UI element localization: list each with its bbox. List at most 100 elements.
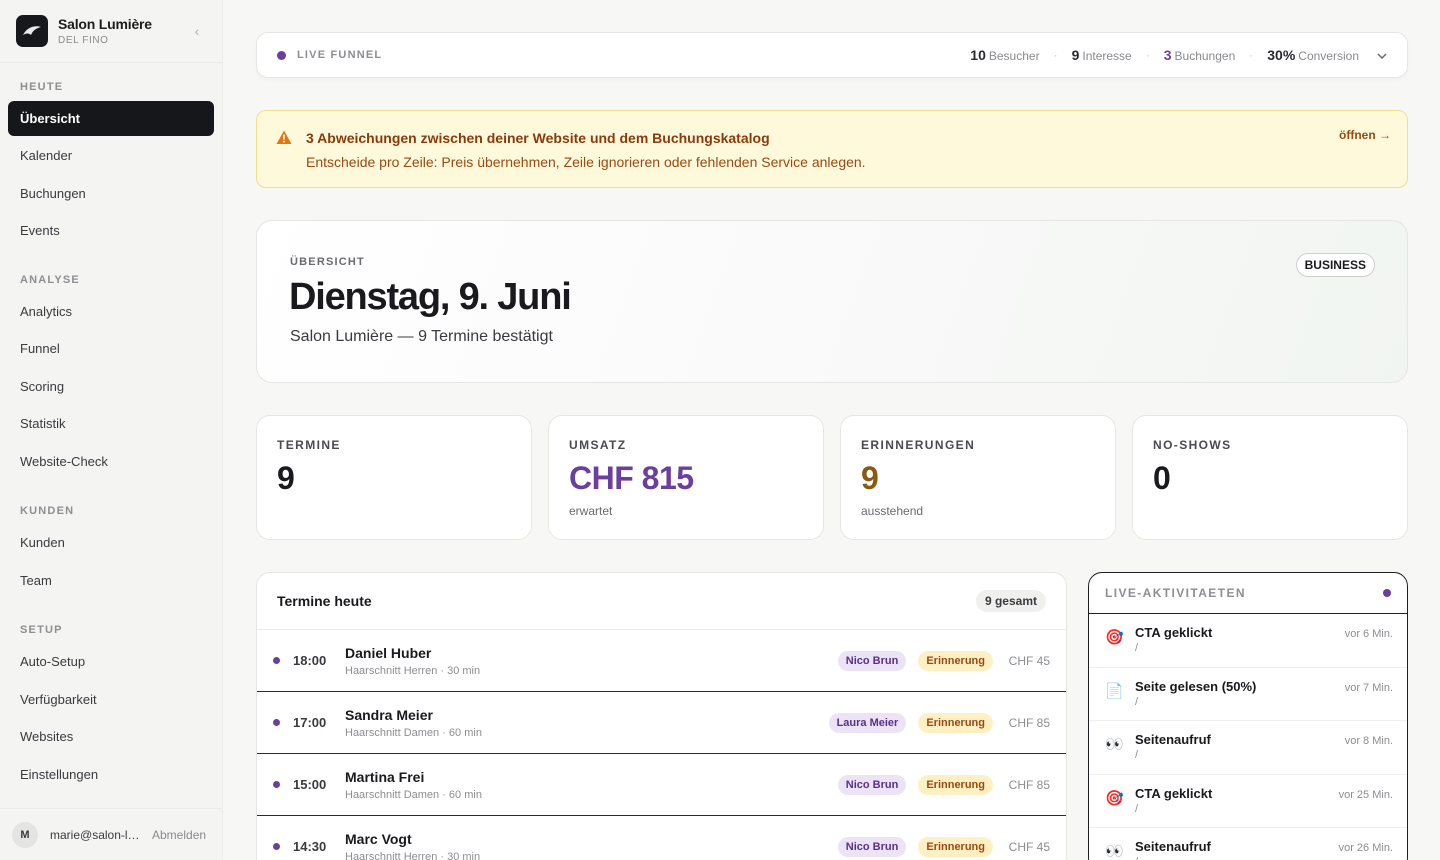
activity-event: Seitenaufruf xyxy=(1135,839,1211,854)
activity-path: / xyxy=(1135,642,1139,654)
live-indicator-dot xyxy=(1383,589,1391,597)
avatar[interactable]: M xyxy=(12,821,38,848)
activity-event: Seitenaufruf xyxy=(1135,732,1211,747)
warning-icon xyxy=(276,130,292,150)
sidebar-item-einstellungen[interactable]: Einstellungen xyxy=(8,757,214,792)
kpi-sub: erwartet xyxy=(569,504,613,518)
nav-section-heute: HEUTE xyxy=(20,81,64,93)
eyes-icon: 👀 xyxy=(1105,843,1124,860)
table-row[interactable]: 17:00 Sandra Meier Haarschnitt Damen · 6… xyxy=(257,692,1066,754)
staff-badge: Laura Meier xyxy=(828,712,907,733)
funnel-stat-bookings: 3 Buchungen xyxy=(1164,47,1236,63)
sidebar-item-verfuegbarkeit[interactable]: Verfügbarkeit xyxy=(8,682,214,717)
kpi-sub: ausstehend xyxy=(861,504,924,518)
sidebar-item-statistik[interactable]: Statistik xyxy=(8,406,214,441)
sidebar-item-websites[interactable]: Websites xyxy=(8,719,214,754)
list-item[interactable]: 👀 Seitenaufruf / vor 26 Min. xyxy=(1089,828,1407,860)
status-dot xyxy=(273,781,280,788)
brand-name: Salon Lumière xyxy=(58,16,152,32)
customer-name: Daniel Huber xyxy=(345,644,432,661)
logout-button[interactable]: Abmelden xyxy=(152,828,206,842)
activity-path: / xyxy=(1135,749,1139,761)
sidebar-item-uebersicht[interactable]: Übersicht xyxy=(8,101,214,136)
brand-subtitle: DEL FINO xyxy=(58,35,109,46)
reminder-badge: Erinnerung xyxy=(918,774,993,795)
service-details: Haarschnitt Damen · 60 min xyxy=(345,726,482,739)
nav-section-analyse: ANALYSE xyxy=(20,274,80,286)
appointment-info: Marc Vogt Haarschnitt Herren · 30 min xyxy=(345,831,838,860)
kpi-card-erinnerungen: ERINNERUNGEN 9 ausstehend xyxy=(840,415,1116,540)
sidebar-item-funnel[interactable]: Funnel xyxy=(8,331,214,366)
sidebar-item-analytics[interactable]: Analytics xyxy=(8,294,214,329)
funnel-label: LIVE FUNNEL xyxy=(297,49,383,61)
appointment-info: Daniel Huber Haarschnitt Herren · 30 min xyxy=(345,645,838,677)
brand-header: Salon Lumière DEL FINO ‹ xyxy=(0,0,222,63)
stat-value: 10 xyxy=(970,47,986,63)
dolphin-logo-icon[interactable] xyxy=(16,15,48,47)
customer-name: Marc Vogt xyxy=(345,830,412,847)
sidebar-item-events[interactable]: Events xyxy=(8,213,214,248)
catalog-mismatch-alert: 3 Abweichungen zwischen deiner Website u… xyxy=(256,110,1408,188)
sidebar-item-auto-setup[interactable]: Auto-Setup xyxy=(8,644,214,679)
appointments-count-badge: 9 gesamt xyxy=(975,590,1046,612)
chevron-left-icon[interactable]: ‹ xyxy=(188,23,206,39)
appointment-price: CHF 45 xyxy=(1008,839,1050,854)
appointments-header: Termine heute 9 gesamt xyxy=(257,573,1066,630)
status-dot xyxy=(273,657,280,664)
table-row[interactable]: 14:30 Marc Vogt Haarschnitt Herren · 30 … xyxy=(257,816,1066,860)
target-icon: 🎯 xyxy=(1105,789,1124,807)
sidebar-item-kunden[interactable]: Kunden xyxy=(8,525,214,560)
funnel-stat-conversion: 30% Conversion xyxy=(1267,47,1359,63)
alert-title: 3 Abweichungen zwischen deiner Website u… xyxy=(306,130,770,146)
stat-label: Besucher xyxy=(988,49,1040,63)
kpi-label: UMSATZ xyxy=(569,438,627,452)
kpi-card-umsatz: UMSATZ CHF 815 erwartet xyxy=(548,415,824,540)
funnel-stat-visitors: 10 Besucher xyxy=(970,47,1039,63)
sidebar-item-website-check[interactable]: Website-Check xyxy=(8,444,214,479)
sidebar-item-buchungen[interactable]: Buchungen xyxy=(8,176,214,211)
sidebar-item-scoring[interactable]: Scoring xyxy=(8,369,214,404)
appointment-price: CHF 85 xyxy=(1008,777,1050,792)
activity-event: CTA geklickt xyxy=(1135,625,1213,640)
service-details: Haarschnitt Herren · 30 min xyxy=(345,850,481,860)
customer-name: Sandra Meier xyxy=(345,706,433,723)
alert-text: Entscheide pro Zeile: Preis übernehmen, … xyxy=(306,154,866,170)
appointment-price: CHF 45 xyxy=(1008,653,1050,668)
kpi-card-termine: TERMINE 9 xyxy=(256,415,532,540)
separator-dot: · xyxy=(1249,48,1254,62)
table-row[interactable]: 15:00 Martina Frei Haarschnitt Damen · 6… xyxy=(257,754,1066,816)
stat-value: 3 xyxy=(1163,47,1172,63)
live-activity-panel: LIVE-AKTIVITAETEN 🎯 CTA geklickt / vor 6… xyxy=(1088,572,1408,860)
appointment-time: 18:00 xyxy=(293,653,327,668)
activity-path: / xyxy=(1135,802,1139,815)
stat-label: Conversion xyxy=(1298,49,1359,63)
staff-badge: Nico Brun xyxy=(837,836,907,857)
list-item[interactable]: 🎯 CTA geklickt / vor 25 Min. xyxy=(1089,775,1407,828)
table-row[interactable]: 18:00 Daniel Huber Haarschnitt Herren · … xyxy=(257,630,1066,692)
sidebar-item-kalender[interactable]: Kalender xyxy=(8,138,214,173)
list-item[interactable]: 📄 Seite gelesen (50%) / vor 7 Min. xyxy=(1089,668,1407,721)
live-funnel-bar[interactable]: LIVE FUNNEL 10 Besucher · 9 Interesse · 3B… xyxy=(256,32,1408,78)
activity-time: vor 25 Min. xyxy=(1338,788,1393,801)
appointment-time: 15:00 xyxy=(293,777,327,792)
chevron-down-icon[interactable] xyxy=(1377,48,1387,62)
kpi-value: CHF 815 xyxy=(569,460,694,496)
alert-open-link[interactable]: öffnen → xyxy=(1339,128,1391,142)
separator-dot: · xyxy=(1145,48,1150,62)
hero-subtitle: Salon Lumière — 9 Termine bestätigt xyxy=(290,328,553,345)
list-item[interactable]: 👀 Seitenaufruf / vor 8 Min. xyxy=(1089,721,1407,775)
kpi-label: ERINNERUNGEN xyxy=(861,438,976,452)
target-icon: 🎯 xyxy=(1105,629,1124,646)
list-item[interactable]: 🎯 CTA geklickt / vor 6 Min. xyxy=(1089,614,1407,668)
hero-eyebrow: ÜBERSICHT xyxy=(290,256,365,268)
activity-time: vor 6 Min. xyxy=(1344,628,1393,640)
page-title: Dienstag, 9. Juni xyxy=(289,276,572,318)
activity-path: / xyxy=(1135,695,1139,708)
overview-hero: ÜBERSICHT Dienstag, 9. Juni Salon Lumièr… xyxy=(256,220,1408,383)
stat-label: Interesse xyxy=(1082,49,1132,63)
sidebar-item-team[interactable]: Team xyxy=(8,563,214,598)
reminder-badge: Erinnerung xyxy=(918,712,993,733)
kpi-value: 9 xyxy=(861,460,879,496)
reminder-badge: Erinnerung xyxy=(918,650,993,671)
separator-dot: · xyxy=(1053,48,1058,62)
